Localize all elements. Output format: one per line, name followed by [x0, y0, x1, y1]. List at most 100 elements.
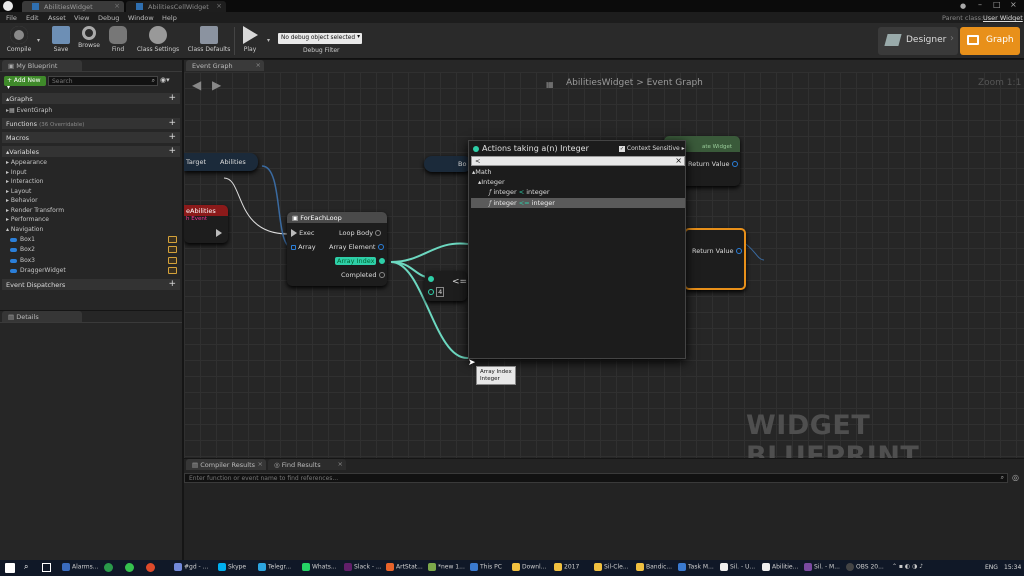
box-getter-node[interactable]: Bo: [424, 156, 472, 172]
add-macro-icon[interactable]: +: [168, 132, 176, 142]
close-icon[interactable]: ×: [114, 2, 120, 10]
my-blueprint-tab[interactable]: ▣ My Blueprint: [2, 60, 82, 71]
return-value-pin[interactable]: Return Value: [692, 247, 742, 255]
user-icon[interactable]: ●: [960, 2, 968, 10]
taskbar-item[interactable]: Sil. - U...: [720, 563, 755, 571]
taskbar-item[interactable]: Sil. - M...: [804, 563, 840, 571]
search-icon[interactable]: ⌕: [1001, 474, 1004, 482]
taskbar-item[interactable]: Task M...: [678, 563, 714, 571]
close-icon[interactable]: ×: [216, 2, 222, 10]
class-settings-button[interactable]: Class Settings: [136, 26, 180, 58]
exec-out-pin[interactable]: [216, 229, 222, 237]
add-dispatcher-icon[interactable]: +: [168, 279, 176, 289]
taskbar-item[interactable]: Abilitie...: [762, 563, 798, 571]
compile-dropdown-icon[interactable]: ▾: [37, 37, 40, 44]
play-button[interactable]: Play: [238, 26, 262, 58]
taskbar-item[interactable]: ArtStat...: [386, 563, 423, 571]
app-icon[interactable]: [146, 563, 155, 572]
save-button[interactable]: Save: [50, 26, 72, 58]
designer-button[interactable]: Designer: [878, 27, 958, 55]
close-icon[interactable]: ×: [258, 460, 263, 468]
macros-section[interactable]: Macros +: [2, 132, 180, 143]
taskbar-item[interactable]: #gd - ...: [174, 563, 208, 571]
app-icon[interactable]: [125, 563, 134, 572]
compare-a-pin[interactable]: [428, 275, 434, 283]
eye-toggle-icon[interactable]: [168, 236, 177, 243]
array-pin[interactable]: Array: [291, 243, 316, 251]
abilities-pin[interactable]: Abilities: [220, 158, 246, 166]
taskbar-item[interactable]: OBS 20...: [846, 563, 884, 571]
exec-pin[interactable]: Exec: [291, 229, 314, 237]
tab-abilities-widget[interactable]: AbilitiesWidget ×: [22, 1, 124, 12]
variables-section[interactable]: ▴Variables +: [2, 146, 180, 157]
taskbar-item[interactable]: Bandic...: [636, 563, 672, 571]
add-function-icon[interactable]: +: [168, 118, 176, 128]
variable-box1[interactable]: Box1: [10, 236, 35, 243]
add-variable-icon[interactable]: +: [168, 146, 176, 156]
target-pin[interactable]: Target: [186, 158, 206, 166]
add-new-button[interactable]: + Add New ▾: [4, 76, 46, 91]
variable-box2[interactable]: Box2: [10, 246, 35, 253]
menu-asset[interactable]: Asset: [48, 14, 66, 22]
menu-edit[interactable]: Edit: [26, 14, 39, 22]
tray-icons[interactable]: ⌃ ▪ ◐ ◑ ♪: [892, 563, 923, 570]
category-item[interactable]: ▴ Navigation: [6, 226, 43, 233]
windows-start-icon[interactable]: [5, 563, 15, 573]
eye-toggle-icon[interactable]: [168, 267, 177, 274]
maximize-icon[interactable]: □: [993, 0, 1001, 9]
category-item[interactable]: ▸ Performance: [6, 216, 49, 223]
clear-icon[interactable]: ×: [675, 156, 682, 165]
graph-button[interactable]: Graph: [960, 27, 1020, 55]
abilities-event-node[interactable]: eAbilities h Event: [184, 205, 228, 243]
math-category[interactable]: ▴Math: [472, 168, 492, 176]
browse-button[interactable]: Browse: [76, 26, 102, 58]
taskbar-item[interactable]: Whats...: [302, 563, 337, 571]
functions-section[interactable]: Functions (36 Overridable) +: [2, 118, 180, 129]
completed-pin[interactable]: Completed: [341, 271, 385, 279]
event-dispatchers-section[interactable]: Event Dispatchers +: [2, 279, 180, 290]
category-item[interactable]: ▸ Render Transform: [6, 207, 64, 214]
compiler-results-tab[interactable]: ▤ Compiler Results ×: [186, 459, 266, 470]
play-dropdown-icon[interactable]: ▾: [267, 37, 270, 44]
taskbar-item[interactable]: Alarms...: [62, 563, 99, 571]
find-results-tab[interactable]: ◎ Find Results ×: [268, 459, 346, 470]
find-references-input[interactable]: Enter function or event name to find ref…: [184, 473, 1008, 483]
loop-body-pin[interactable]: Loop Body: [339, 229, 382, 237]
eye-toggle-icon[interactable]: [168, 246, 177, 253]
context-sensitive-toggle[interactable]: ✓ Context Sensitive ▸: [619, 145, 685, 152]
category-item[interactable]: ▸ Appearance: [6, 159, 47, 166]
return-value-pin[interactable]: Return Value: [688, 160, 738, 168]
eye-icon[interactable]: ◉▾: [160, 76, 170, 84]
app-icon[interactable]: [104, 563, 113, 572]
menu-view[interactable]: View: [74, 14, 89, 22]
menu-help[interactable]: Help: [162, 14, 177, 22]
action-item-less[interactable]: ƒ integer < integer: [489, 188, 550, 196]
action-search-input[interactable]: < ×: [471, 156, 685, 166]
compare-node[interactable]: 4 <=: [425, 271, 467, 301]
compile-button[interactable]: Compile: [4, 26, 34, 58]
category-item[interactable]: ▸ Behavior: [6, 197, 38, 204]
close-icon[interactable]: ×: [338, 460, 343, 468]
find-button[interactable]: Find: [106, 26, 130, 58]
action-item-less-equal[interactable]: ƒ integer <= integer: [471, 198, 685, 208]
category-item[interactable]: ▸ Input: [6, 169, 26, 176]
menu-file[interactable]: File: [6, 14, 17, 22]
parent-class-link[interactable]: User Widget: [983, 14, 1023, 22]
debug-object-select[interactable]: No debug object selected ▾: [278, 33, 362, 44]
event-graph-item[interactable]: ▸▦ EventGraph: [6, 107, 52, 114]
task-view-icon[interactable]: [42, 563, 51, 572]
taskbar-item[interactable]: This PC: [470, 563, 502, 571]
for-each-loop-node[interactable]: ▣ ForEachLoop Exec Array Loop Body Array…: [287, 212, 387, 286]
taskbar-item[interactable]: Telegr...: [258, 563, 291, 571]
minimize-icon[interactable]: –: [978, 0, 982, 9]
variable-box3[interactable]: Box3: [10, 257, 35, 264]
integer-category[interactable]: ▴Integer: [478, 178, 505, 186]
taskbar-item[interactable]: *new 1...: [428, 563, 465, 571]
language-indicator[interactable]: ENG: [985, 564, 998, 571]
action-menu-popup[interactable]: Actions taking a(n) Integer ✓ Context Se…: [468, 140, 686, 359]
taskbar-item[interactable]: Downl...: [512, 563, 546, 571]
close-window-icon[interactable]: ×: [1010, 0, 1017, 9]
binoculars-icon[interactable]: ◎: [1012, 473, 1019, 482]
taskbar-item[interactable]: Sil-Cle...: [594, 563, 629, 571]
menu-debug[interactable]: Debug: [98, 14, 119, 22]
